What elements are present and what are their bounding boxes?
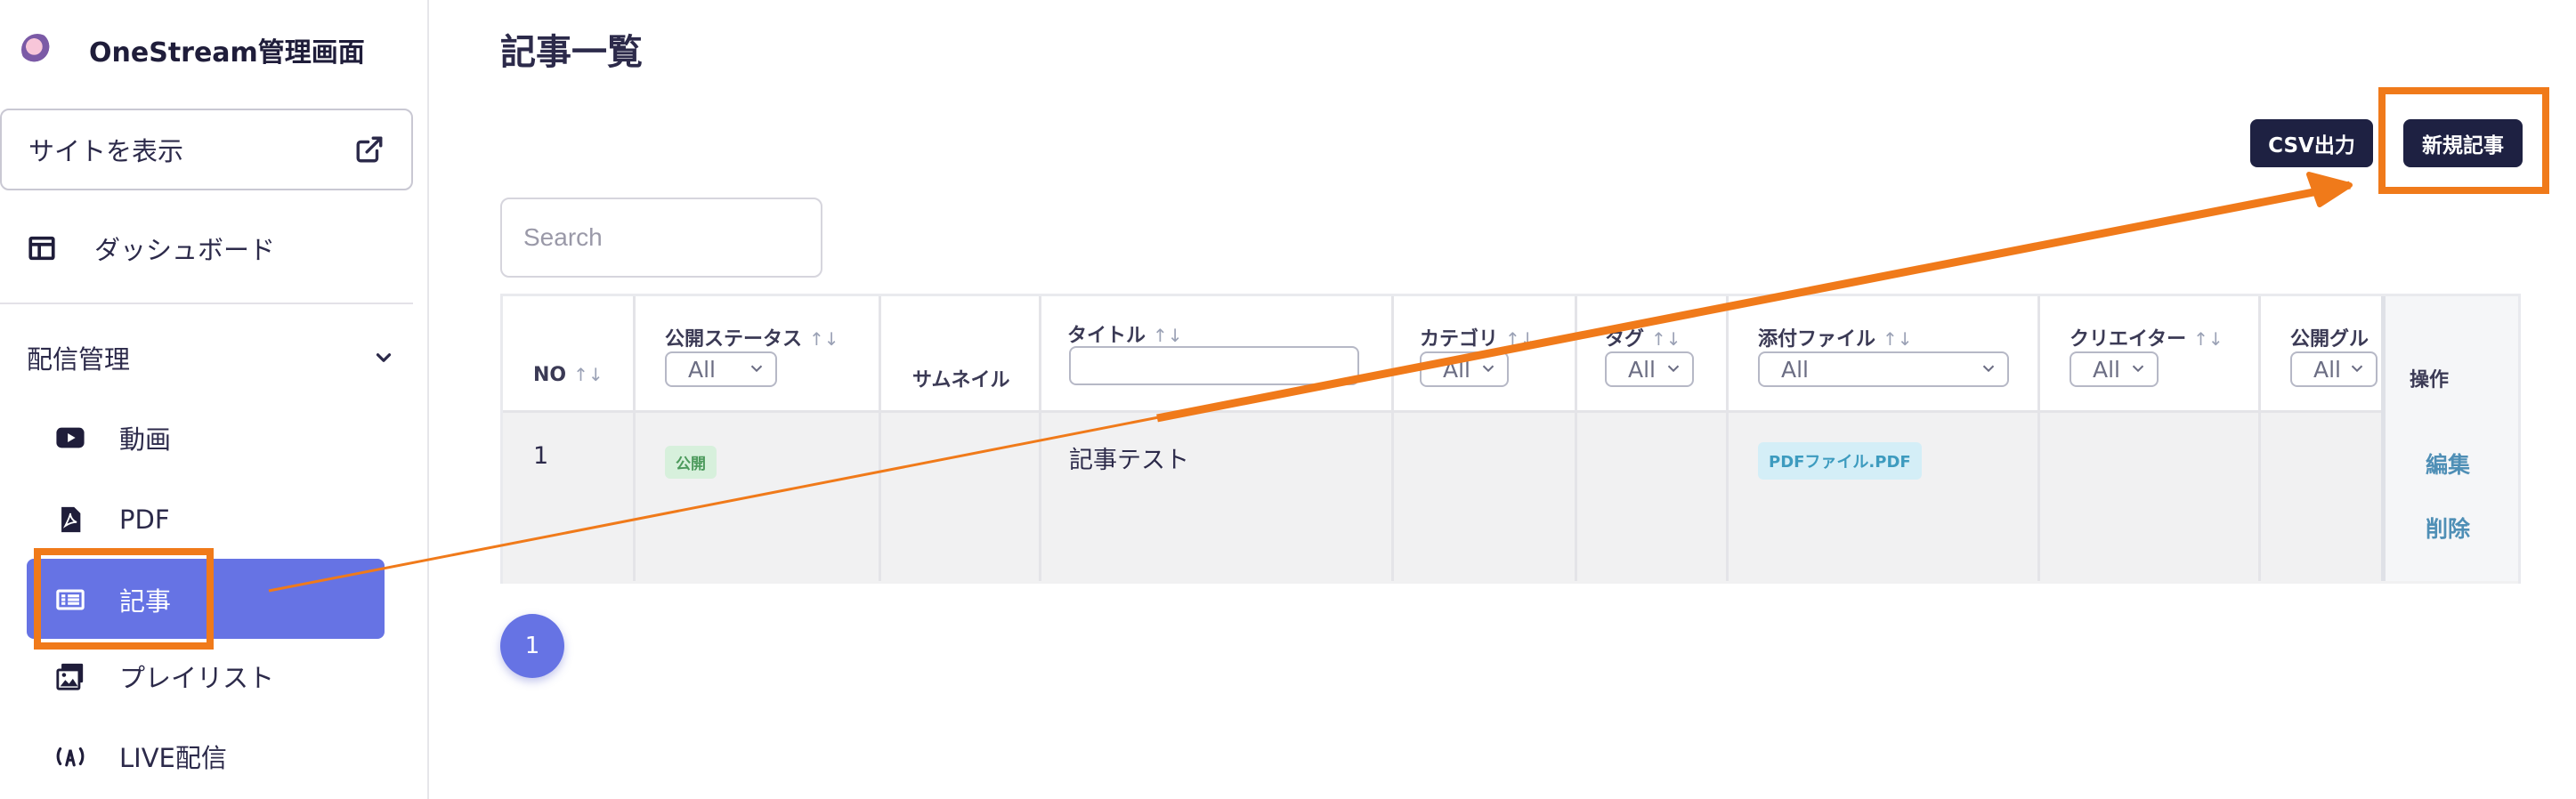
- creator-filter-select[interactable]: All: [2070, 351, 2159, 387]
- sidebar-item-playlist-label: プレイリスト: [119, 663, 275, 693]
- sidebar-divider: [0, 303, 413, 304]
- th-publish-group-label: 公開グル: [2290, 328, 2369, 351]
- col-divider: [879, 296, 881, 581]
- th-actions-label: 操作: [2410, 369, 2450, 391]
- highlight-box-new-article: [2378, 87, 2549, 194]
- creator-filter-value: All: [2093, 356, 2120, 383]
- attachment-filter-value: All: [1781, 356, 1809, 383]
- csv-export-button[interactable]: CSV出力: [2250, 119, 2373, 167]
- status-filter-value: All: [688, 356, 716, 383]
- col-divider: [1575, 296, 1577, 581]
- sort-icon: ↑↓: [1651, 328, 1681, 350]
- view-site-button[interactable]: サイトを表示: [0, 109, 413, 190]
- sidebar-item-dashboard-label: ダッシュボード: [94, 235, 276, 265]
- pdf-icon: [61, 506, 81, 533]
- sort-icon: ↑↓: [2193, 328, 2224, 350]
- table-row: [503, 410, 2518, 584]
- chevron-down-icon: [1667, 365, 1680, 373]
- tag-filter-select[interactable]: All: [1605, 351, 1694, 387]
- th-category[interactable]: カテゴリ ↑↓: [1420, 323, 1535, 351]
- brand[interactable]: OneStream管理画面: [21, 27, 365, 73]
- th-status[interactable]: 公開ステータス ↑↓: [665, 323, 839, 351]
- status-badge: 公開: [665, 446, 717, 479]
- publish-group-filter-value: All: [2313, 356, 2341, 383]
- sidebar-section-delivery[interactable]: 配信管理: [27, 338, 395, 377]
- sort-icon: ↑↓: [1153, 325, 1183, 346]
- chevron-down-icon: [376, 353, 392, 362]
- sidebar-item-pdf[interactable]: PDF: [55, 500, 170, 539]
- cell-no: 1: [533, 442, 549, 470]
- youtube-icon: [56, 427, 85, 448]
- th-tag[interactable]: タグ ↑↓: [1605, 323, 1681, 351]
- sidebar-item-video[interactable]: 動画: [55, 418, 171, 457]
- th-no[interactable]: NO ↑↓: [533, 364, 603, 386]
- table-header-divider: [503, 410, 2518, 413]
- sidebar-item-playlist[interactable]: プレイリスト: [55, 657, 274, 696]
- search-input[interactable]: [500, 198, 822, 278]
- status-filter-select[interactable]: All: [665, 351, 777, 387]
- external-link-icon: [356, 136, 383, 163]
- th-status-label: 公開ステータス: [665, 328, 803, 351]
- th-actions: 操作: [2410, 364, 2449, 392]
- title-filter-input[interactable]: [1069, 346, 1359, 385]
- table-header-row: [503, 296, 2518, 410]
- col-divider: [633, 296, 636, 581]
- th-tag-label: タグ: [1605, 328, 1645, 351]
- col-divider: [1726, 296, 1729, 581]
- brand-logo: [21, 34, 53, 66]
- sidebar: OneStream管理画面 サイトを表示 ダッシュボード 配信管理 動画 PDF…: [0, 0, 429, 799]
- sidebar-item-dashboard[interactable]: ダッシュボード: [27, 230, 275, 267]
- edit-link[interactable]: 編集: [2426, 448, 2470, 480]
- chevron-down-icon: [2351, 365, 2363, 373]
- sidebar-item-live[interactable]: LIVE配信: [55, 737, 227, 776]
- sort-icon: ↑↓: [809, 328, 839, 350]
- live-broadcast-icon: [56, 747, 85, 767]
- chevron-down-icon: [2132, 365, 2144, 373]
- th-creator-label: クリエイター: [2070, 328, 2187, 351]
- th-publish-group[interactable]: 公開グル: [2290, 323, 2379, 351]
- page-title: 記事一覧: [500, 32, 643, 73]
- sidebar-item-pdf-label: PDF: [119, 504, 170, 535]
- delete-link[interactable]: 削除: [2426, 512, 2470, 544]
- articles-table: NO ↑↓ 公開ステータス ↑↓ All サムネイル タイトル ↑↓ カテゴリ ↑↓ A…: [500, 294, 2521, 584]
- sidebar-item-video-label: 動画: [119, 424, 172, 455]
- th-thumbnail-label: サムネイル: [912, 369, 1010, 391]
- cell-title[interactable]: 記事テスト: [1069, 440, 1189, 475]
- category-filter-value: All: [1443, 356, 1470, 383]
- category-filter-select[interactable]: All: [1420, 351, 1509, 387]
- col-divider: [1391, 296, 1394, 581]
- th-attachment-label: 添付ファイル: [1758, 328, 1876, 351]
- th-creator[interactable]: クリエイター ↑↓: [2070, 323, 2224, 351]
- attachment-link[interactable]: PDFファイル.PDF: [1758, 442, 1922, 480]
- playlist-icon: [56, 663, 84, 690]
- chevron-down-icon: [1482, 365, 1495, 373]
- th-category-label: カテゴリ: [1420, 328, 1499, 351]
- col-divider: [2258, 296, 2261, 581]
- chevron-down-icon: [750, 365, 763, 373]
- sort-icon: ↑↓: [1883, 328, 1913, 350]
- sidebar-item-live-label: LIVE配信: [119, 743, 227, 773]
- th-title[interactable]: タイトル ↑↓: [1067, 319, 1183, 348]
- view-site-label: サイトを表示: [28, 136, 184, 166]
- attachment-filter-select[interactable]: All: [1758, 351, 2009, 387]
- th-thumbnail: サムネイル: [912, 364, 1010, 392]
- col-divider: [1039, 296, 1041, 581]
- th-no-label: NO: [533, 364, 567, 386]
- sort-icon: ↑↓: [1505, 328, 1535, 350]
- app-title: OneStream管理画面: [89, 37, 365, 69]
- tag-filter-value: All: [1628, 356, 1656, 383]
- chevron-down-icon: [1982, 365, 1995, 373]
- sidebar-section-label: 配信管理: [27, 344, 131, 375]
- dashboard-icon: [28, 236, 55, 261]
- sort-icon: ↑↓: [573, 364, 603, 385]
- th-title-label: タイトル: [1067, 325, 1146, 347]
- col-divider: [2037, 296, 2040, 581]
- th-attachment[interactable]: 添付ファイル ↑↓: [1758, 323, 1913, 351]
- pagination-page-1[interactable]: 1: [500, 614, 564, 678]
- publish-group-filter-select[interactable]: All: [2290, 351, 2378, 387]
- highlight-box-article: [34, 548, 214, 650]
